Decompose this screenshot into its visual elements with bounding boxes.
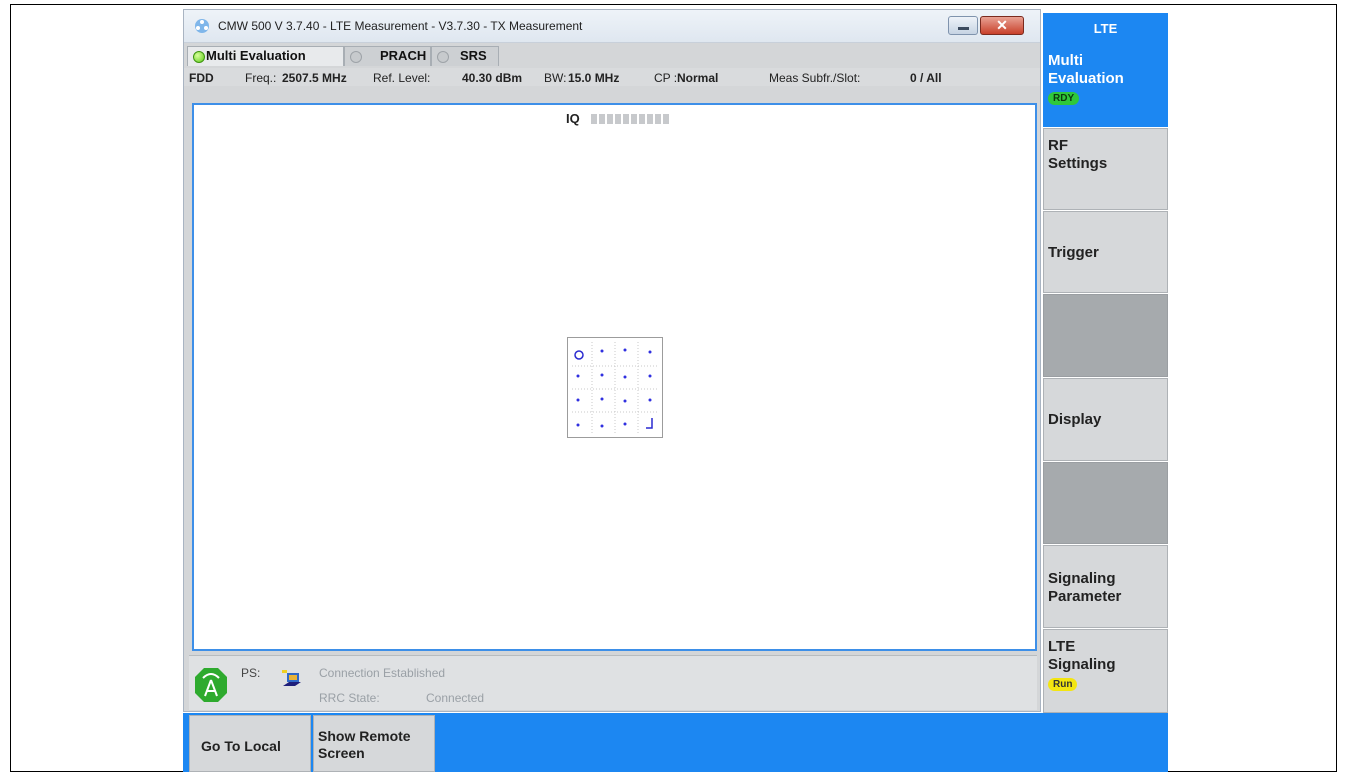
title-bar: CMW 500 V 3.7.40 - LTE Measurement - V3.…: [184, 10, 1040, 43]
window-title: CMW 500 V 3.7.40 - LTE Measurement - V3.…: [218, 19, 583, 33]
frequency-label: Freq.:: [245, 71, 277, 85]
iq-constellation-thumbnail[interactable]: [567, 337, 663, 438]
softkey-trigger[interactable]: Trigger: [1043, 211, 1168, 293]
tab-label: Multi Evaluation: [206, 48, 306, 63]
softkey-label: Signaling: [1048, 570, 1116, 587]
ref-level-label: Ref. Level:: [373, 71, 431, 85]
softkey-display[interactable]: Display: [1043, 378, 1168, 461]
softkey-signaling-parameter[interactable]: Signaling Parameter: [1043, 545, 1168, 628]
softkey-label: Signaling: [1048, 656, 1116, 673]
ref-level-value: 40.30 dBm: [462, 71, 523, 85]
softkey-multi-evaluation[interactable]: Multi Evaluation RDY: [1043, 45, 1168, 127]
connection-status-text: Connection Established: [319, 666, 446, 680]
plot-title: IQ: [566, 111, 580, 126]
frequency-value: 2507.5 MHz: [282, 71, 347, 85]
close-icon: ✕: [996, 17, 1008, 33]
ps-label: PS:: [241, 666, 261, 680]
rrc-state-value: Connected: [426, 691, 485, 705]
button-label: Screen: [318, 745, 365, 761]
tab-label: PRACH: [380, 48, 427, 63]
minimize-icon: [958, 27, 969, 30]
bw-value: 15.0 MHz: [568, 71, 620, 85]
softkey-lte-signaling[interactable]: LTE Signaling Run: [1043, 629, 1168, 713]
measurement-info-bar: FDD Freq.: 2507.5 MHz Ref. Level: 40.30 …: [184, 68, 1040, 86]
softkey-label: Evaluation: [1048, 70, 1124, 87]
softkey-empty: [1043, 294, 1168, 377]
bw-label: BW:: [544, 71, 567, 85]
tab-multi-evaluation[interactable]: Multi Evaluation: [187, 46, 344, 66]
main-window: CMW 500 V 3.7.40 - LTE Measurement - V3.…: [183, 9, 1041, 712]
tab-label: SRS: [460, 48, 487, 63]
duplex-mode: FDD: [189, 71, 214, 85]
softkey-label: RF: [1048, 137, 1068, 154]
rrc-state-label: RRC State:: [319, 691, 380, 705]
led-on-icon: [193, 51, 205, 63]
button-label: Show Remote: [318, 728, 411, 744]
softkey-empty: [1043, 462, 1168, 544]
softkey-label: Parameter: [1048, 588, 1122, 605]
connection-status-panel: PS: Connection Established RRC State: Co…: [189, 655, 1037, 710]
connection-state-icon: [282, 670, 301, 686]
go-to-local-button[interactable]: Go To Local: [189, 715, 311, 772]
iq-plot-area[interactable]: IQ: [192, 103, 1037, 651]
minimize-button[interactable]: [948, 16, 978, 35]
cp-value: Normal: [677, 71, 719, 85]
show-remote-screen-button[interactable]: Show Remote Screen: [313, 715, 435, 772]
softkey-label: Multi: [1048, 52, 1083, 69]
meas-subframe-value: 0 / All: [910, 71, 942, 85]
button-label: Go To Local: [201, 738, 281, 754]
led-off-icon: [437, 51, 449, 63]
tab-bar: Multi Evaluation PRACH SRS: [184, 43, 1040, 66]
tab-prach[interactable]: PRACH: [344, 46, 431, 66]
bottom-hotkey-bar: Go To Local Show Remote Screen: [183, 713, 1168, 772]
softkey-rf-settings[interactable]: RF Settings: [1043, 128, 1168, 210]
cp-label: CP :: [654, 71, 678, 85]
softkey-label: Trigger: [1048, 244, 1099, 261]
close-button[interactable]: ✕: [980, 16, 1024, 35]
rdy-status-badge: RDY: [1048, 92, 1080, 105]
softkey-label: Settings: [1048, 155, 1108, 172]
softkey-label: LTE: [1048, 638, 1076, 655]
run-status-badge: Run: [1048, 678, 1078, 691]
softkey-header: LTE: [1043, 13, 1168, 45]
app-icon: [195, 19, 209, 33]
softkey-label: Display: [1048, 411, 1102, 428]
meas-subframe-label: Meas Subfr./Slot:: [769, 71, 861, 85]
led-off-icon: [350, 51, 362, 63]
signaling-antenna-icon: [195, 668, 227, 702]
tab-srs[interactable]: SRS: [431, 46, 499, 66]
progress-indicator: [591, 114, 671, 124]
